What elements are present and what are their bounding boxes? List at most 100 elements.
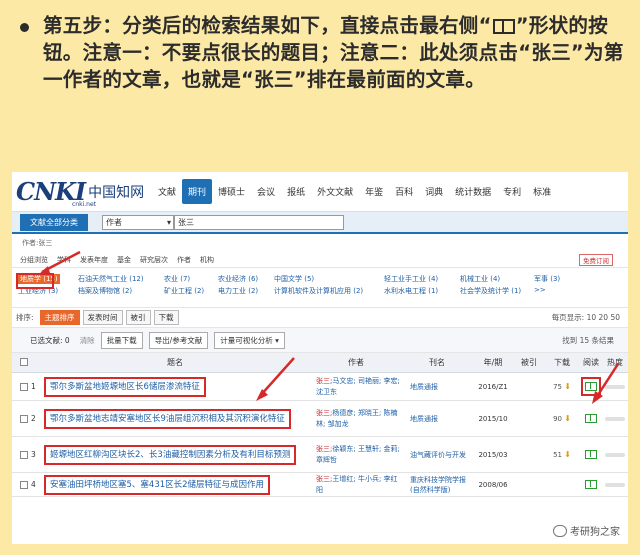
article-title-link[interactable]: 安塞油田坪桥地区塞5、塞431区长2储层特征与成因作用 [44, 474, 271, 495]
search-field-value: 作者 [106, 217, 122, 227]
category-link[interactable]: 矿业工程 (2) [164, 286, 204, 296]
book-icon[interactable] [585, 450, 597, 459]
row-checkbox[interactable]: 2 [12, 414, 40, 423]
book-icon[interactable] [585, 480, 597, 489]
table-row: 4 安塞油田坪桥地区塞5、塞431区长2储层特征与成因作用 张三;王增红; 牛小兵;… [12, 473, 628, 497]
download-icon[interactable]: ⬇ [564, 382, 571, 391]
checkbox-box[interactable] [20, 480, 28, 489]
category-link[interactable]: 计算机软件及计算机应用 (2) [274, 286, 363, 296]
search-input[interactable]: 张三 [174, 214, 344, 230]
nav-item[interactable]: 外文文献 [311, 179, 359, 204]
group-tab[interactable]: 机构 [200, 255, 214, 265]
batch-download-button[interactable]: 批量下载 [100, 331, 143, 349]
category-link[interactable]: 农业 (7) [164, 274, 190, 284]
select-all-checkbox[interactable] [12, 357, 40, 368]
header-author[interactable]: 作者 [310, 357, 402, 368]
download-icon[interactable]: ⬇ [564, 414, 571, 423]
group-tab[interactable]: 研究层次 [140, 255, 168, 265]
nav-item[interactable]: 期刊 [182, 179, 213, 204]
analyze-button[interactable]: 计量可视化分析 ▾ [214, 331, 285, 349]
source-link[interactable]: 重庆科技学院学报(自然科学版) [402, 475, 472, 495]
sort-button[interactable]: 发表时间 [82, 310, 123, 325]
subscribe-button[interactable]: 免费订阅 [579, 254, 613, 266]
search-row: 文献全部分类 作者 ▾ 张三 [12, 212, 628, 234]
clear-link[interactable]: 清除 [80, 335, 95, 346]
header-source[interactable]: 刊名 [402, 357, 472, 368]
sort-button[interactable]: 被引 [125, 310, 151, 325]
book-icon[interactable] [585, 414, 597, 423]
nav-item[interactable]: 年鉴 [359, 179, 389, 204]
category-link[interactable]: 石油天然气工业 (12) [78, 274, 144, 284]
group-tab[interactable]: 发表年度 [80, 255, 108, 265]
download-count: 90 [553, 415, 562, 423]
group-tab[interactable]: 作者 [177, 255, 191, 265]
category-link[interactable]: >> [534, 286, 546, 294]
checkbox-box[interactable] [20, 414, 28, 423]
category-link[interactable]: 档案及博物馆 (2) [78, 286, 132, 296]
sort-button[interactable]: 主题排序 [39, 310, 80, 325]
source-link[interactable]: 油气藏评价与开发 [402, 450, 472, 460]
download-count: 51 [553, 451, 562, 459]
category-link[interactable]: 电力工业 (2) [218, 286, 258, 296]
nav-item[interactable]: 会议 [251, 179, 281, 204]
sort-label: 排序: [16, 313, 34, 322]
author-cell: 张三;王增红; 牛小兵; 李红阳 [310, 474, 402, 496]
nav-item[interactable]: 词典 [419, 179, 449, 204]
download-cell[interactable]: 75 ⬇ [544, 382, 580, 391]
download-icon[interactable]: ⬇ [564, 450, 571, 459]
date-cell: 2015/03 [478, 450, 508, 459]
source-link[interactable]: 地质通报 [402, 414, 472, 424]
category-link[interactable]: 社会学及统计学 (1) [460, 286, 521, 296]
group-tab[interactable]: 分组浏览 [20, 255, 48, 265]
export-button[interactable]: 导出/参考文献 [148, 331, 209, 349]
row-number: 4 [31, 480, 36, 489]
category-link[interactable]: 农业经济 (6) [218, 274, 258, 284]
category-link[interactable]: 水利水电工程 (1) [384, 286, 438, 296]
first-author-link[interactable]: 张三; [316, 377, 332, 385]
article-title-link[interactable]: 鄂尔多斯盆地姬塬地区长6储层渗流特征 [44, 376, 206, 397]
watermark-text: 考研狗之家 [570, 527, 620, 538]
nav-item[interactable]: 专利 [497, 179, 527, 204]
checkbox-box[interactable] [20, 357, 28, 366]
title-cell: 姬塬地区红柳沟区块长2、长3油藏控制因素分析及有利目标预测 [40, 444, 310, 465]
checkbox-box[interactable] [20, 450, 28, 459]
category-link[interactable]: 轻工业手工业 (4) [384, 274, 438, 284]
header-title[interactable]: 题名 [40, 357, 310, 368]
group-tab[interactable]: 基金 [117, 255, 131, 265]
cnki-logo[interactable]: CNKI 中国知网 cnki.net [12, 177, 152, 208]
header-cited[interactable]: 被引 [514, 357, 544, 368]
checkbox-box[interactable] [20, 382, 28, 391]
result-count: 找到 15 条结果 [562, 335, 614, 345]
book-icon[interactable] [585, 382, 597, 391]
sort-button[interactable]: 下载 [153, 310, 179, 325]
first-author-link[interactable]: 张三; [316, 475, 332, 483]
first-author-link[interactable]: 张三; [316, 445, 332, 453]
nav-item[interactable]: 博硕士 [212, 179, 251, 204]
row-checkbox[interactable]: 1 [12, 382, 40, 391]
group-tab[interactable]: 学科 [57, 255, 71, 265]
nav-item[interactable]: 标准 [527, 179, 557, 204]
all-categories-button[interactable]: 文献全部分类 [20, 213, 88, 231]
category-link[interactable]: 机械工业 (4) [460, 274, 500, 284]
article-title-link[interactable]: 姬塬地区红柳沟区块长2、长3油藏控制因素分析及有利目标预测 [44, 444, 297, 465]
row-number: 1 [31, 382, 36, 391]
row-checkbox[interactable]: 3 [12, 450, 40, 459]
search-field-select[interactable]: 作者 ▾ [102, 214, 174, 230]
download-cell[interactable]: 90 ⬇ [544, 414, 580, 423]
main-nav: 文献 期刊 博硕士 会议 报纸 外文文献 年鉴 百科 词典 统计数据 专利 标准 [152, 179, 557, 204]
header-downloads[interactable]: 下载 [544, 357, 580, 368]
nav-item[interactable]: 百科 [389, 179, 419, 204]
category-link[interactable]: 军事 (3) [534, 274, 560, 284]
first-author-link[interactable]: 张三; [316, 409, 332, 417]
row-checkbox[interactable]: 4 [12, 480, 40, 489]
download-cell[interactable]: 51 ⬇ [544, 450, 580, 459]
nav-item[interactable]: 报纸 [281, 179, 311, 204]
source-link[interactable]: 地质通报 [402, 382, 472, 392]
header-date[interactable]: 年/期 [472, 357, 514, 368]
result-table: 1 鄂尔多斯盆地姬塬地区长6储层渗流特征 张三;马文忠; 司艳丽; 李宏; 沈卫东地… [12, 373, 628, 497]
category-link[interactable]: 中国文学 (5) [274, 274, 314, 284]
article-title-link[interactable]: 鄂尔多斯盆地志靖安塞地区长9油层组沉积相及其沉积演化特征 [44, 408, 291, 429]
nav-item[interactable]: 统计数据 [449, 179, 497, 204]
page-size-selector[interactable]: 每页显示: 10 20 50 [552, 312, 620, 323]
nav-item[interactable]: 文献 [152, 179, 182, 204]
